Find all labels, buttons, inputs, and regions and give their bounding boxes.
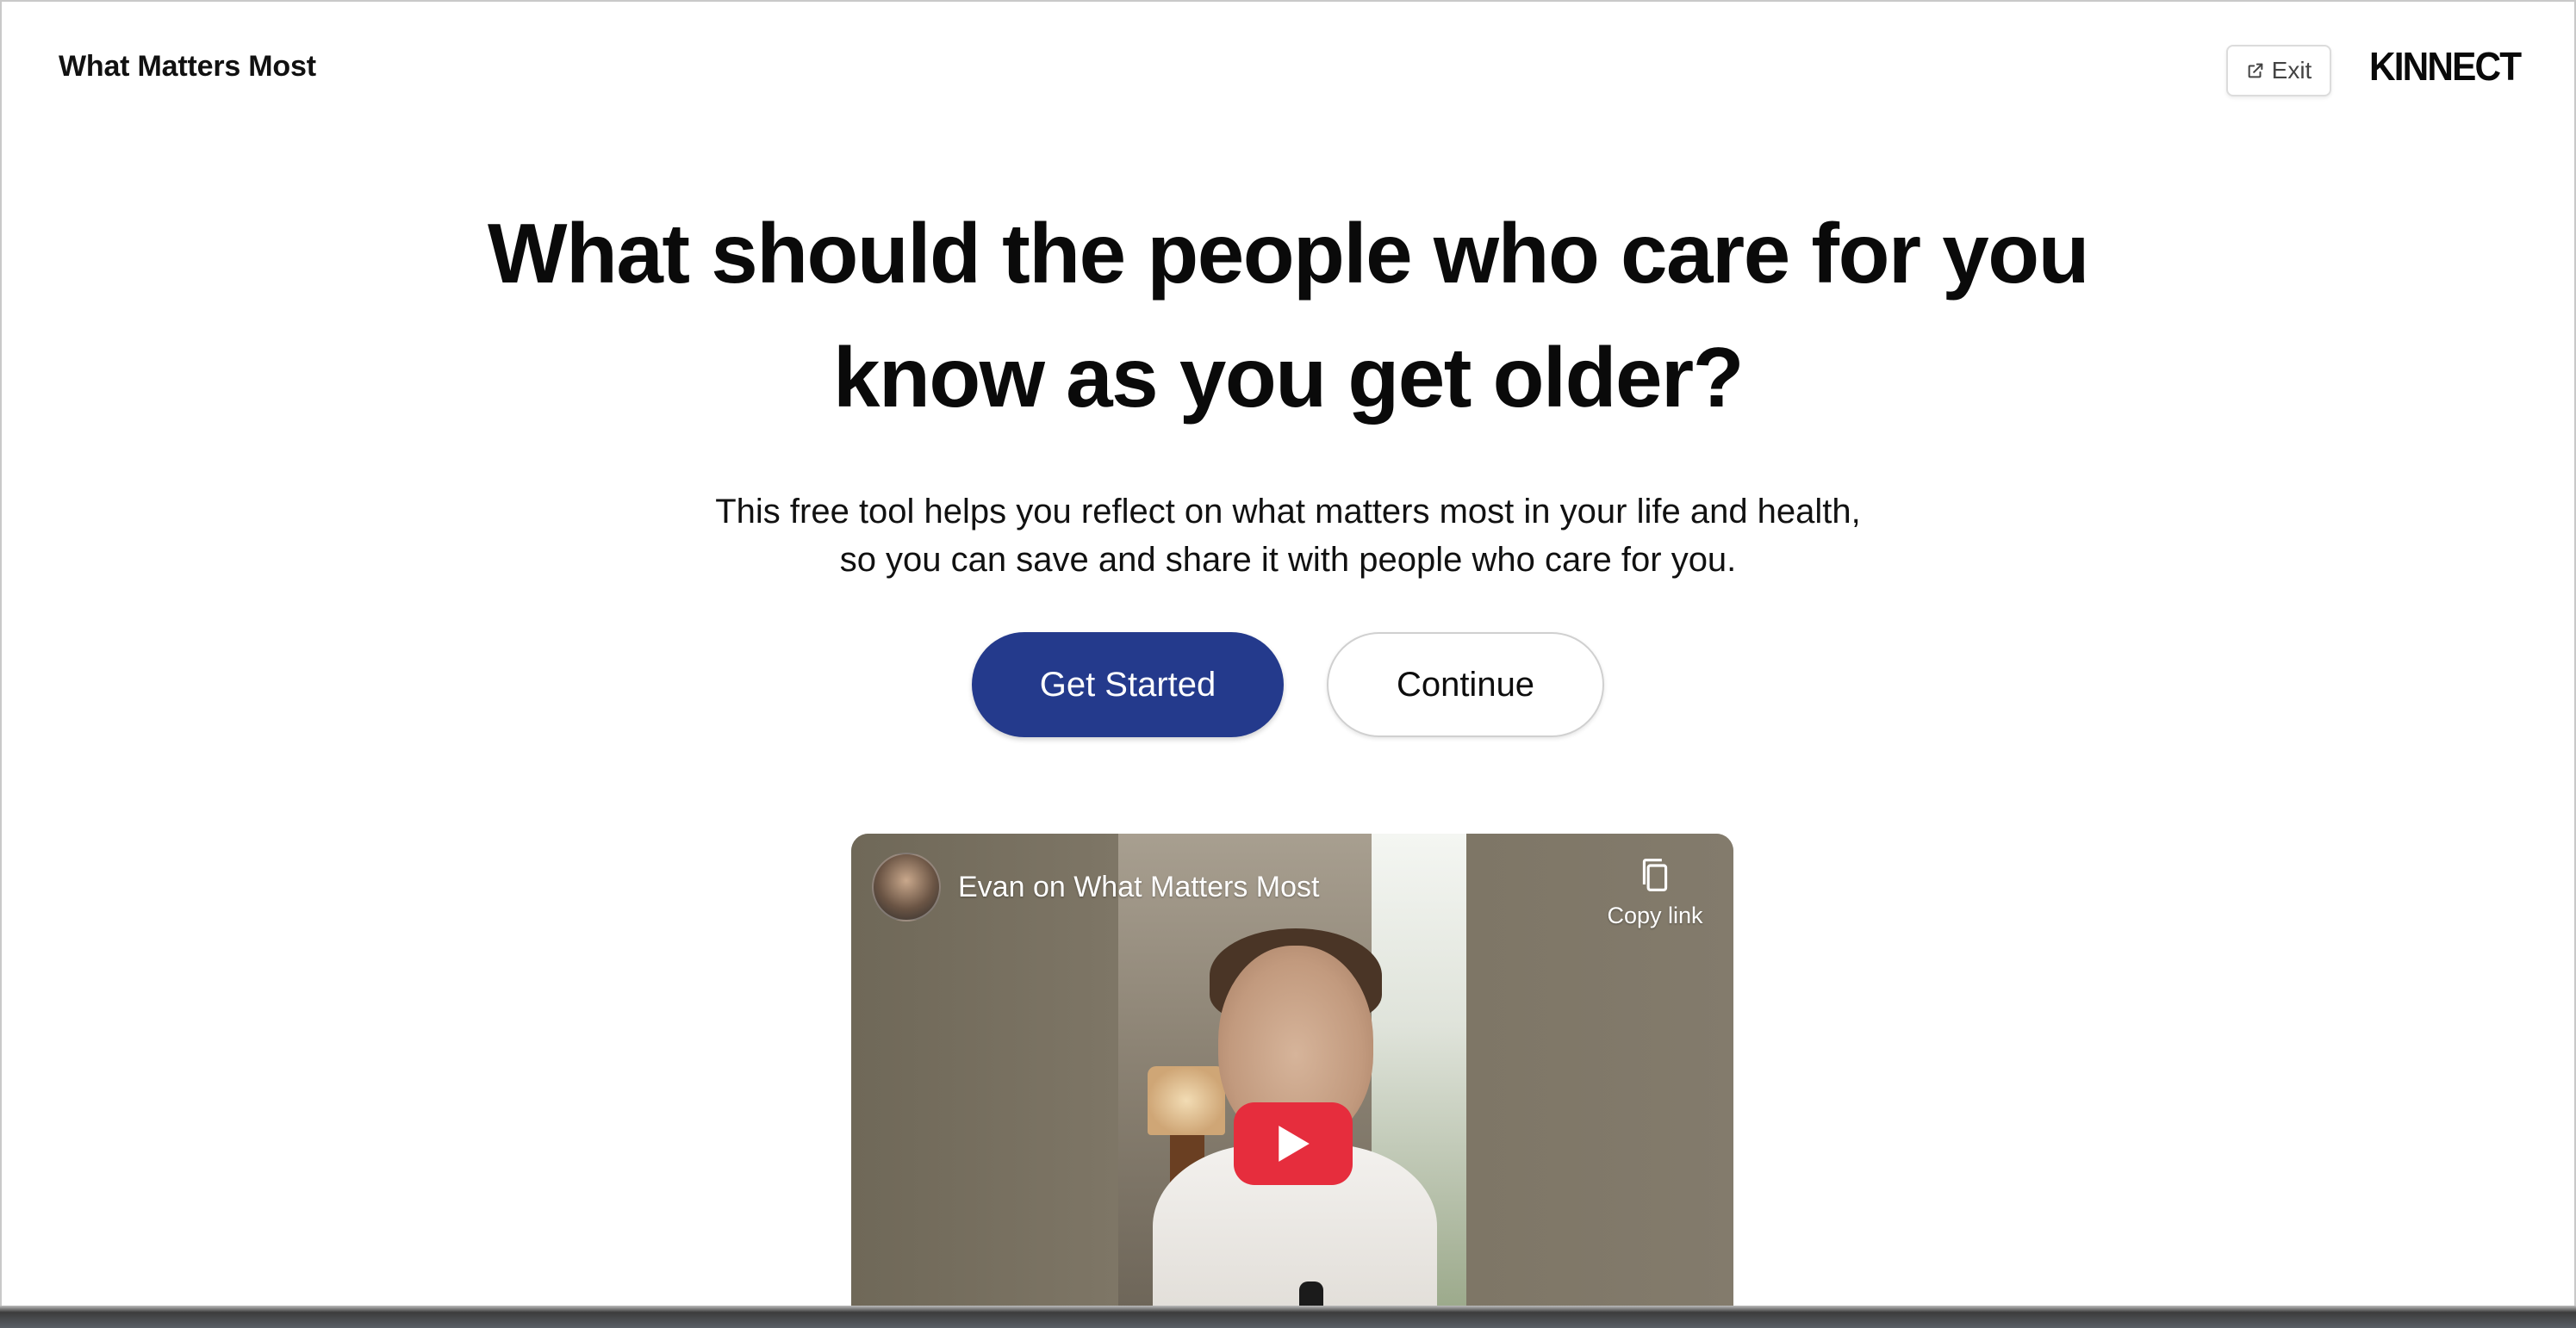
hero-subtitle-line-1: This free tool helps you reflect on what… xyxy=(715,493,1861,531)
hero-heading: What should the people who care for you … xyxy=(2,191,2574,439)
site-title[interactable]: What Matters Most xyxy=(59,50,316,84)
copy-link-label: Copy link xyxy=(1607,903,1703,928)
external-link-icon xyxy=(2248,63,2262,78)
cta-row: Get Started Continue xyxy=(2,632,2574,737)
exit-button[interactable]: Exit xyxy=(2226,45,2331,96)
hero-section: What should the people who care for you … xyxy=(2,191,2574,584)
video-title[interactable]: Evan on What Matters Most xyxy=(958,871,1320,904)
microphone xyxy=(1299,1281,1323,1306)
play-icon xyxy=(1279,1126,1310,1162)
video-embed[interactable]: Evan on What Matters Most Copy link xyxy=(851,834,1733,1306)
video-title-row: Evan on What Matters Most xyxy=(872,853,1320,922)
hero-subtitle: This free tool helps you reflect on what… xyxy=(2,487,2574,584)
get-started-button[interactable]: Get Started xyxy=(972,632,1284,737)
hero-heading-line-2: know as you get older? xyxy=(832,330,1745,425)
copy-link-button[interactable]: Copy link xyxy=(1599,856,1711,929)
continue-button[interactable]: Continue xyxy=(1327,632,1604,737)
kinnect-logo[interactable]: KINNECT xyxy=(2369,43,2522,90)
dock-strip xyxy=(0,1306,2576,1328)
hero-heading-line-1: What should the people who care for you xyxy=(487,206,2090,301)
hero-subtitle-line-2: so you can save and share it with people… xyxy=(839,541,1737,579)
top-bar: What Matters Most Exit KINNECT xyxy=(2,2,2574,140)
browser-window: What Matters Most Exit KINNECT What shou… xyxy=(0,0,2576,1306)
lamp-shade xyxy=(1148,1066,1225,1135)
exit-label: Exit xyxy=(2271,57,2312,84)
play-button[interactable] xyxy=(1234,1102,1353,1185)
channel-avatar[interactable] xyxy=(872,853,941,922)
copy-icon xyxy=(1642,859,1668,891)
